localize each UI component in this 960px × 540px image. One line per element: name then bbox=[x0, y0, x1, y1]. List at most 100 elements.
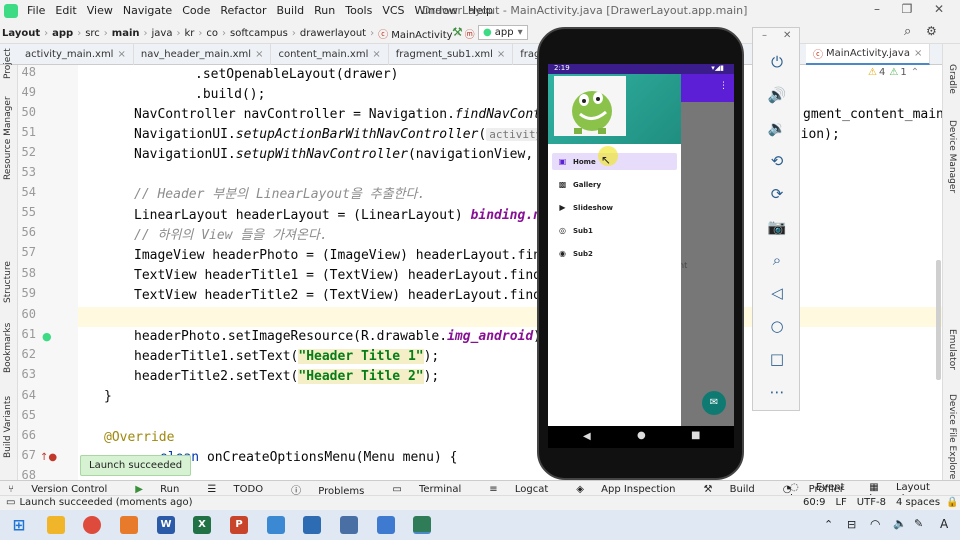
crumb-java[interactable]: java bbox=[150, 28, 175, 39]
tool-structure[interactable]: Structure bbox=[3, 261, 13, 303]
android-gutter-icon[interactable]: ● bbox=[42, 330, 52, 343]
menu-run[interactable]: Run bbox=[309, 4, 340, 17]
drawer-item-sub1[interactable]: ◎ Sub1 bbox=[552, 222, 677, 239]
editor-scrollbar[interactable] bbox=[936, 260, 941, 380]
menu-edit[interactable]: Edit bbox=[50, 4, 81, 17]
restore-button[interactable]: ❐ bbox=[894, 2, 920, 20]
close-icon[interactable]: × bbox=[372, 49, 380, 60]
tool-todo[interactable]: ☰ TODO bbox=[207, 484, 277, 495]
close-icon[interactable]: × bbox=[914, 48, 922, 59]
close-window-button[interactable]: ✕ bbox=[926, 2, 952, 20]
more-options-icon[interactable]: ⋯ bbox=[765, 382, 789, 402]
chevron-up-icon[interactable]: ⌃ bbox=[911, 67, 919, 78]
tool-version-control[interactable]: ⑂ Version Control bbox=[8, 484, 121, 495]
power-icon[interactable]: ⏻ bbox=[765, 52, 789, 72]
android-studio-taskbar-icon[interactable] bbox=[413, 516, 431, 534]
crumb-drawerlayout[interactable]: drawerlayout bbox=[298, 28, 368, 39]
volume-down-icon[interactable]: 🔉 bbox=[765, 118, 789, 138]
app-icon[interactable] bbox=[120, 516, 138, 534]
run-config-select[interactable]: ● app ▾ bbox=[478, 25, 528, 40]
rotate-right-icon[interactable]: ⟳ bbox=[765, 184, 789, 204]
drawer-item-slideshow[interactable]: ▶ Slideshow bbox=[552, 199, 677, 216]
excel-icon[interactable]: X bbox=[193, 516, 211, 534]
crumb-softcampus[interactable]: softcampus bbox=[228, 28, 290, 39]
wifi-icon[interactable]: ◠ bbox=[870, 517, 880, 531]
crumb-src[interactable]: src bbox=[83, 28, 102, 39]
menu-tools[interactable]: Tools bbox=[340, 4, 377, 17]
menu-refactor[interactable]: Refactor bbox=[215, 4, 271, 17]
tool-project[interactable]: Project bbox=[3, 48, 13, 79]
home-circle-icon[interactable]: ○ bbox=[765, 316, 789, 336]
overflow-menu-icon[interactable]: ⋮ bbox=[719, 81, 728, 91]
zoom-icon[interactable]: ⌕ bbox=[765, 250, 789, 270]
pen-icon[interactable]: ✎ bbox=[914, 517, 923, 530]
hammer-icon[interactable]: ⚒ bbox=[452, 25, 463, 39]
tool-resource-manager[interactable]: Resource Manager bbox=[3, 96, 13, 180]
code-editor[interactable]: .setOpenableLayout(drawer) .build(); Nav… bbox=[80, 65, 942, 480]
tray-chevron-icon[interactable]: ⌃ bbox=[824, 518, 833, 531]
back-icon[interactable]: ◀ bbox=[583, 431, 591, 442]
powerpoint-icon[interactable]: P bbox=[230, 516, 248, 534]
emulator-screen[interactable]: 2:19 ▾◢▮ ⋮ nt ✉ ▣ Home ▩ Gallery ▶ Slide… bbox=[548, 64, 734, 426]
tab-mainactivity-java[interactable]: ⓒ MainActivity.java × bbox=[806, 44, 931, 65]
tab-nav-header-main[interactable]: nav_header_main.xml × bbox=[134, 44, 272, 65]
tool-device-manager[interactable]: Device Manager bbox=[947, 120, 957, 193]
panel-close-icon[interactable]: ✕ bbox=[783, 30, 791, 41]
crumb-kr[interactable]: kr bbox=[182, 28, 196, 39]
crumb-co[interactable]: co bbox=[204, 28, 220, 39]
word-icon[interactable]: W bbox=[157, 516, 175, 534]
tool-gradle[interactable]: Gradle bbox=[947, 64, 957, 94]
minimize-button[interactable]: – bbox=[864, 2, 890, 20]
tool-terminal[interactable]: ▭ Terminal bbox=[392, 484, 475, 495]
crumb-mainactivity[interactable]: ⓒ MainActivity bbox=[376, 26, 454, 41]
tab-activity-main[interactable]: activity_main.xml × bbox=[18, 44, 134, 65]
close-icon[interactable]: × bbox=[497, 49, 505, 60]
windows-start-icon[interactable]: ⊞ bbox=[10, 516, 28, 534]
calculator-icon[interactable] bbox=[340, 516, 358, 534]
fab-mail-button[interactable]: ✉ bbox=[702, 391, 726, 415]
chrome-icon[interactable] bbox=[83, 516, 101, 534]
tool-app-inspection[interactable]: ◈ App Inspection bbox=[576, 484, 689, 495]
tool-emulator[interactable]: Emulator bbox=[947, 329, 957, 370]
override-gutter-icon[interactable]: ↑● bbox=[40, 452, 57, 463]
crumb-app[interactable]: app bbox=[50, 28, 75, 39]
volume-up-icon[interactable]: 🔊 bbox=[765, 85, 789, 105]
indent-setting[interactable]: 4 spaces bbox=[896, 497, 940, 508]
drawer-item-sub2[interactable]: ◉ Sub2 bbox=[552, 245, 677, 262]
notes-app-icon[interactable] bbox=[303, 516, 321, 534]
tool-bookmarks[interactable]: Bookmarks bbox=[3, 323, 13, 373]
search-icon[interactable]: ⌕ bbox=[904, 24, 911, 39]
gear-icon[interactable]: ⚙ bbox=[926, 24, 937, 38]
ime-indicator[interactable]: A bbox=[940, 517, 948, 531]
close-icon[interactable]: × bbox=[255, 49, 263, 60]
document-app-icon[interactable] bbox=[377, 516, 395, 534]
menu-code[interactable]: Code bbox=[177, 4, 215, 17]
tab-fragment-sub1[interactable]: fragment_sub1.xml × bbox=[389, 44, 514, 65]
tool-logcat[interactable]: ≡ Logcat bbox=[489, 484, 562, 495]
menu-view[interactable]: View bbox=[82, 4, 118, 17]
tab-content-main[interactable]: content_main.xml × bbox=[271, 44, 389, 65]
back-nav-icon[interactable]: ◁ bbox=[765, 283, 789, 303]
tool-device-file-explorer[interactable]: Device File Explorer bbox=[947, 394, 957, 483]
menu-navigate[interactable]: Navigate bbox=[118, 4, 177, 17]
speaker-icon[interactable]: 🔈 bbox=[893, 517, 907, 530]
overview-square-icon[interactable]: □ bbox=[765, 349, 789, 369]
cursor-position[interactable]: 60:9 bbox=[803, 497, 825, 508]
home-nav-icon[interactable]: ● bbox=[637, 430, 646, 441]
status-message[interactable]: Launch succeeded (moments ago) bbox=[19, 497, 192, 508]
close-icon[interactable]: × bbox=[117, 49, 125, 60]
recents-icon[interactable]: ■ bbox=[691, 430, 700, 441]
tool-build[interactable]: ⚒ Build bbox=[704, 484, 769, 495]
drawer-item-gallery[interactable]: ▩ Gallery bbox=[552, 176, 677, 193]
panel-minimize-icon[interactable]: – bbox=[762, 30, 767, 41]
line-separator[interactable]: LF bbox=[835, 497, 846, 508]
crumb-main[interactable]: main bbox=[110, 28, 142, 39]
tool-build-variants[interactable]: Build Variants bbox=[3, 396, 13, 458]
file-encoding[interactable]: UTF-8 bbox=[857, 497, 886, 508]
rotate-left-icon[interactable]: ⟲ bbox=[765, 151, 789, 171]
lock-icon[interactable]: 🔒 bbox=[946, 497, 958, 508]
menu-file[interactable]: File bbox=[22, 4, 50, 17]
crumb-layout[interactable]: Layout bbox=[0, 28, 42, 39]
file-explorer-icon[interactable] bbox=[47, 516, 65, 534]
inspection-widget[interactable]: ⚠ 4 ⚠ 1 ⌃ bbox=[868, 67, 919, 78]
